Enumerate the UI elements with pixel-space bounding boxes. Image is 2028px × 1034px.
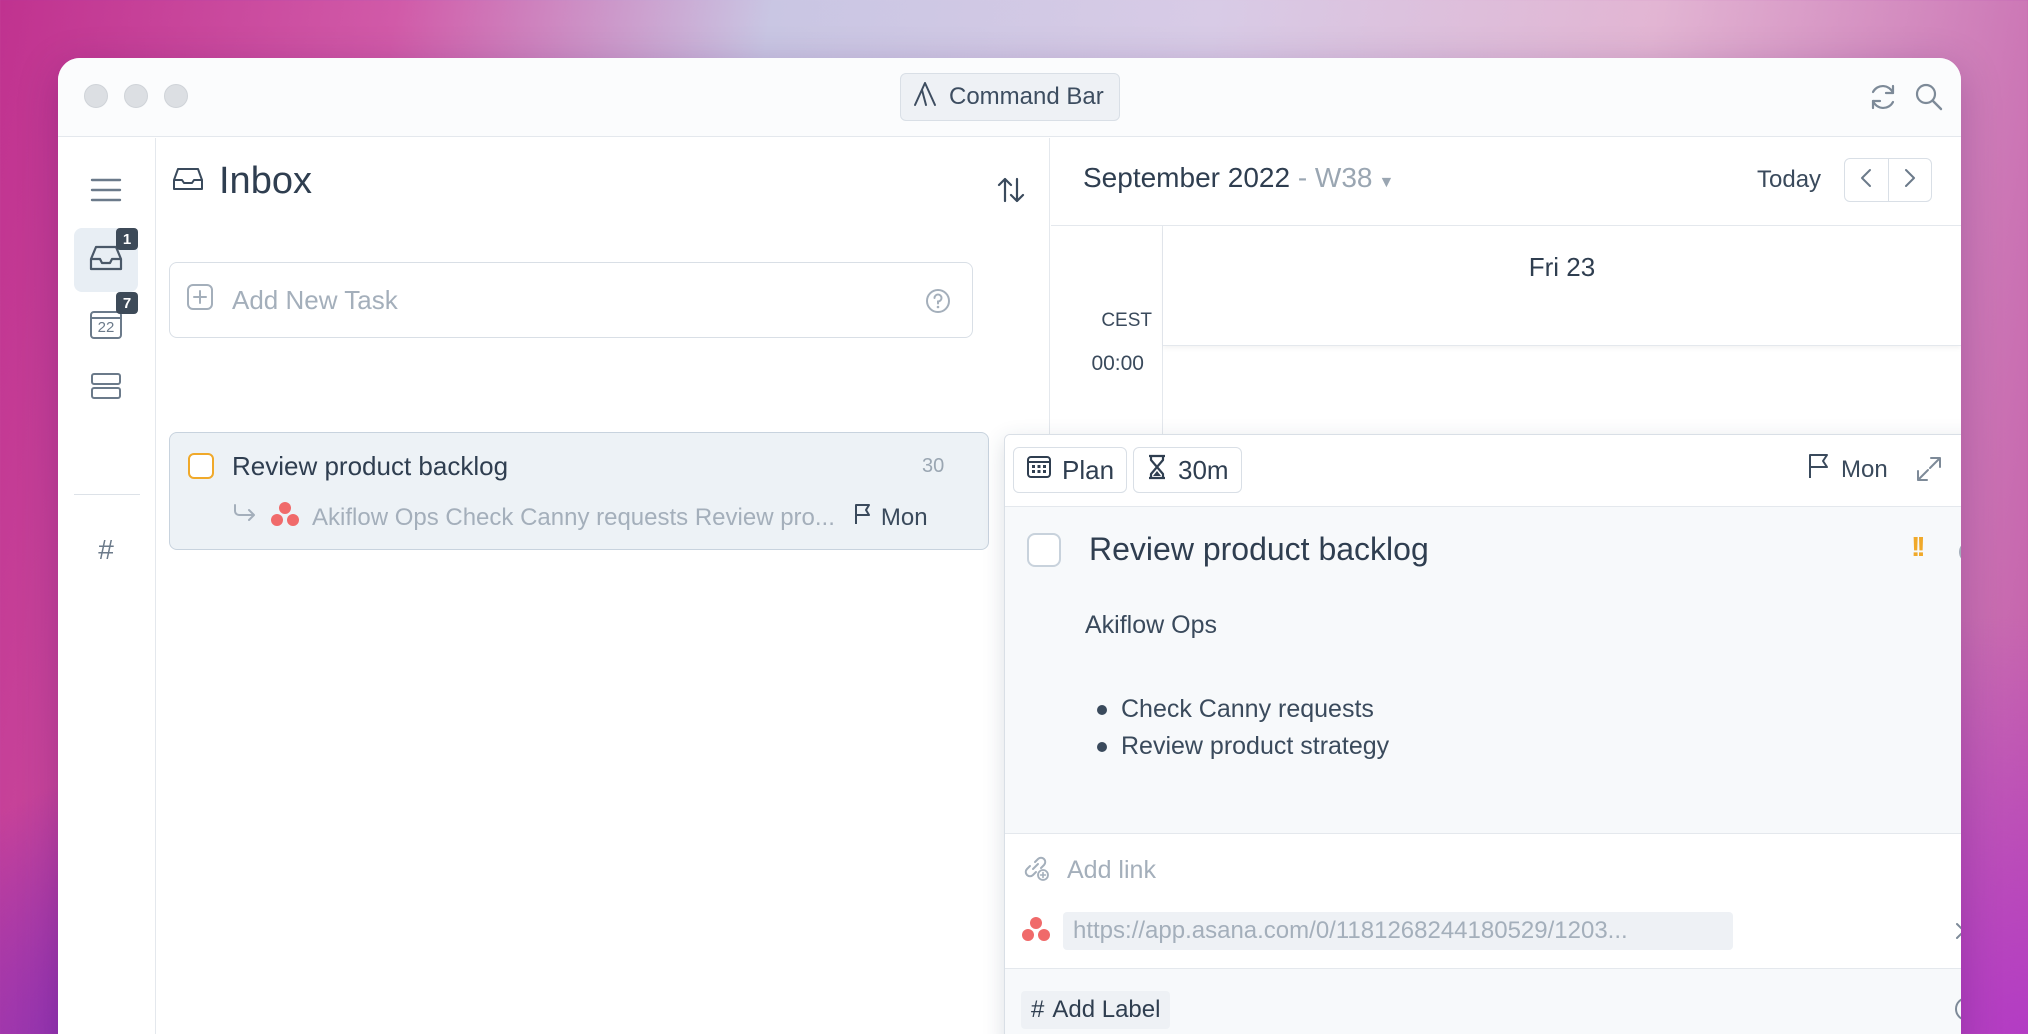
- close-window-button[interactable]: [84, 84, 108, 108]
- task-detail-popup: Plan 30m Mon Review product backlog !! A…: [1004, 434, 1961, 1034]
- inbox-title-icon: [171, 165, 205, 198]
- prev-button[interactable]: [1845, 159, 1889, 201]
- chevron-right-icon: [1902, 167, 1918, 194]
- description-bullet-text: Check Canny requests: [1121, 695, 1374, 723]
- task-duration: 30: [922, 455, 945, 477]
- info-icon[interactable]: [1953, 995, 1961, 1028]
- description-bullet: Review product strategy: [1085, 728, 1389, 765]
- links-section: Add link https://app.asana.com/0/1181268…: [1005, 833, 1961, 969]
- task-due: Mon: [853, 503, 928, 532]
- command-bar-button[interactable]: Command Bar: [900, 73, 1120, 121]
- inbox-panel: Inbox Add New Task Review product backlo…: [157, 138, 1050, 1034]
- week-label: - W38: [1290, 162, 1373, 193]
- due-date-label: Mon: [1841, 455, 1888, 483]
- task-title: Review product backlog: [232, 451, 509, 481]
- plan-label: Plan: [1062, 454, 1115, 485]
- detail-title[interactable]: Review product backlog: [1089, 531, 1429, 568]
- inbox-title: Inbox: [219, 160, 312, 202]
- task-subtitle-row: Akiflow Ops Check Canny requests Review …: [232, 501, 928, 534]
- asana-link-url[interactable]: https://app.asana.com/0/1181268244180529…: [1063, 912, 1733, 950]
- flag-icon: [1807, 453, 1831, 486]
- add-task-input[interactable]: Add New Task: [169, 262, 973, 338]
- due-date-button[interactable]: Mon: [1807, 453, 1888, 486]
- calendar-grid-icon: [1026, 454, 1052, 487]
- asana-icon: [270, 501, 300, 534]
- timezone-label: CEST: [1101, 310, 1152, 331]
- description-bullet-text: Review product strategy: [1121, 732, 1390, 760]
- plus-square-icon: [186, 283, 214, 318]
- plan-button[interactable]: Plan: [1013, 447, 1128, 493]
- asana-link-row: https://app.asana.com/0/1181268244180529…: [1021, 912, 1733, 950]
- rail-inbox-button[interactable]: 1: [74, 228, 138, 292]
- hamburger-menu-icon: [89, 175, 123, 210]
- remove-link-close-icon[interactable]: [1953, 920, 1961, 947]
- month-week-selector[interactable]: September 2022 - W38 ▼: [1083, 162, 1394, 194]
- add-task-placeholder: Add New Task: [232, 284, 398, 315]
- task-card[interactable]: Review product backlog 30 Akiflow Ops Ch…: [169, 432, 989, 550]
- next-button[interactable]: [1889, 159, 1932, 201]
- description-bullet: Check Canny requests: [1085, 691, 1389, 728]
- labels-hash-icon[interactable]: #: [74, 534, 138, 566]
- zoom-window-button[interactable]: [164, 84, 188, 108]
- month-label: September 2022: [1083, 162, 1291, 193]
- add-label-text: Add Label: [1052, 996, 1161, 1023]
- target-icon[interactable]: [1957, 539, 1961, 570]
- rail-calendar-button[interactable]: 22 7: [74, 292, 138, 356]
- calendar-day-number: 22: [97, 319, 115, 336]
- minimize-window-button[interactable]: [124, 84, 148, 108]
- today-button[interactable]: Today: [1757, 166, 1821, 194]
- chevron-left-icon: [1858, 167, 1874, 194]
- add-label-button[interactable]: # Add Label: [1021, 991, 1171, 1029]
- add-link-input[interactable]: Add link: [1021, 852, 1156, 889]
- akiflow-logo-icon: [911, 80, 939, 115]
- date-nav-group: [1844, 158, 1932, 202]
- caret-down-icon: ▼: [1378, 174, 1395, 191]
- rail-boards-button[interactable]: [74, 356, 138, 420]
- task-subtitle-text: Akiflow Ops Check Canny requests Review …: [312, 503, 835, 531]
- calendar-count-badge: 7: [116, 292, 138, 314]
- add-link-placeholder: Add link: [1067, 856, 1156, 884]
- left-rail: 1 22 7 #: [58, 138, 156, 1034]
- detail-project: Akiflow Ops: [1085, 611, 1217, 639]
- inbox-header: Inbox: [171, 160, 312, 203]
- asana-icon: [1021, 916, 1051, 947]
- priority-indicator[interactable]: !!: [1911, 531, 1926, 563]
- search-icon[interactable]: [1912, 80, 1948, 116]
- subtask-arrow-icon: [232, 503, 258, 532]
- help-icon[interactable]: [924, 287, 952, 322]
- detail-checkbox[interactable]: [1027, 533, 1061, 567]
- duration-label: 30m: [1178, 454, 1229, 485]
- detail-description-list: Check Canny requests Review product stra…: [1085, 691, 1389, 765]
- command-bar-label: Command Bar: [949, 83, 1104, 110]
- rail-divider: [74, 494, 140, 495]
- title-bar: Command Bar: [58, 58, 1961, 137]
- hash-icon: #: [1031, 996, 1045, 1023]
- task-checkbox[interactable]: [188, 453, 214, 479]
- link-add-icon: [1021, 852, 1051, 889]
- sort-icon[interactable]: [995, 174, 1027, 211]
- day-header: Fri 23: [1163, 226, 1961, 346]
- sync-icon[interactable]: [1866, 80, 1902, 116]
- stacked-rows-icon: [89, 371, 123, 406]
- hour-label-0000: 00:00: [1091, 352, 1144, 375]
- hourglass-icon: [1146, 454, 1168, 487]
- duration-button[interactable]: 30m: [1133, 447, 1242, 493]
- app-window: Command Bar 1 22 7 # Inbox Add New Task …: [58, 58, 1961, 1034]
- menu-button[interactable]: [74, 160, 138, 224]
- flag-icon: [853, 503, 873, 532]
- task-detail-toolbar: Plan 30m Mon: [1005, 435, 1961, 507]
- task-due-label: Mon: [880, 503, 928, 531]
- expand-icon[interactable]: [1915, 455, 1943, 488]
- calendar-header: September 2022 - W38 ▼ Today: [1051, 138, 1961, 226]
- day-header-label: Fri 23: [1528, 252, 1596, 282]
- inbox-count-badge: 1: [116, 228, 138, 250]
